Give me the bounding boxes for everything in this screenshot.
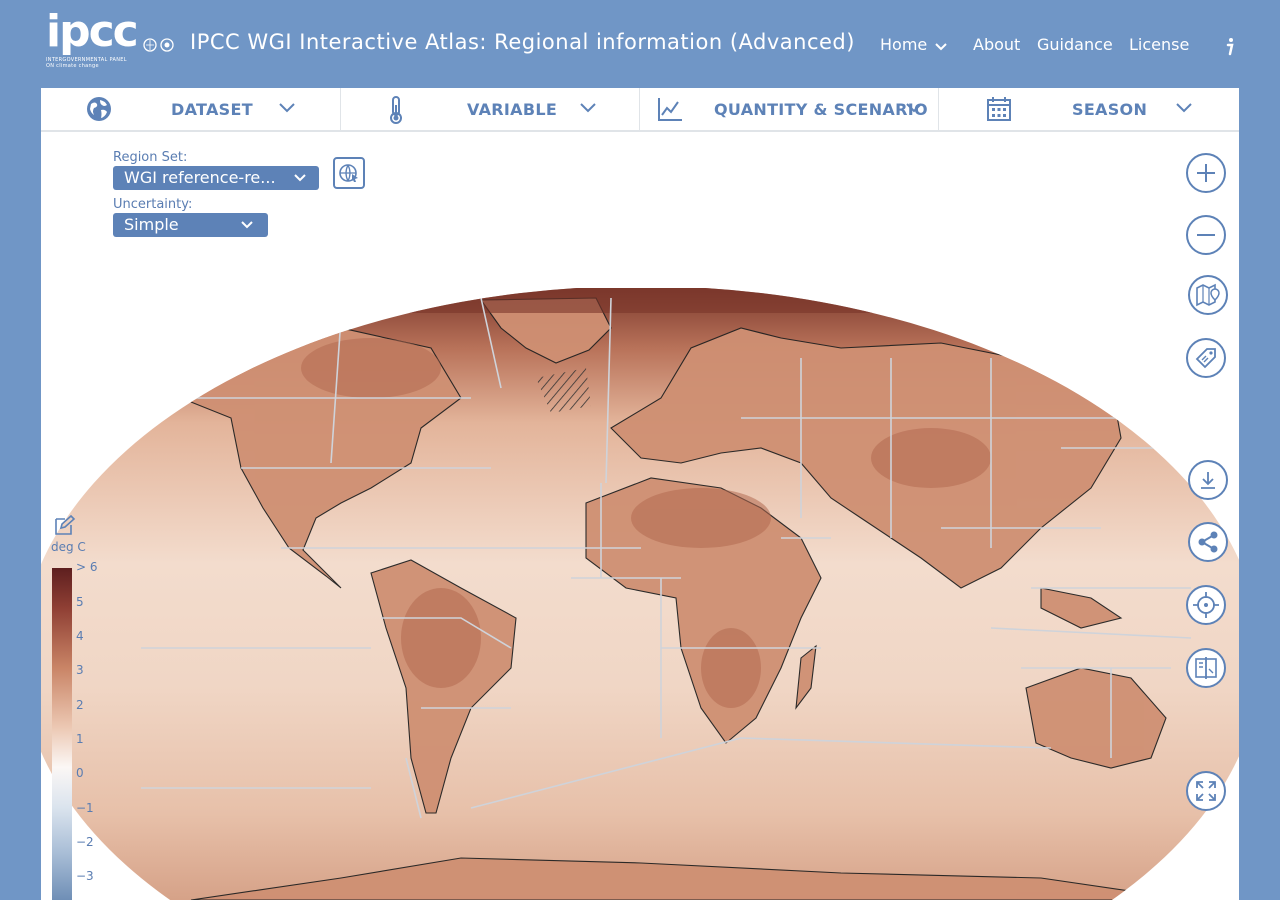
world-map[interactable] <box>41 288 1239 900</box>
tag-icon <box>1195 348 1216 369</box>
locate-button[interactable] <box>1186 585 1226 625</box>
tab-variable[interactable]: VARIABLE <box>340 88 640 130</box>
nav-home[interactable]: Home <box>880 35 948 54</box>
selector-tabs: DATASET VARIABLE QUANTITY & SCENARIO SEA… <box>41 88 1239 132</box>
legend-tick: 0 <box>76 766 84 780</box>
nav-home-label: Home <box>880 35 928 54</box>
legend-tick: −3 <box>76 869 94 883</box>
legend-tick: > 6 <box>76 560 98 574</box>
uncertainty-value: Simple <box>124 215 179 234</box>
legend-tick: −2 <box>76 835 94 849</box>
color-scale-bar <box>52 568 72 900</box>
legend-tick: 2 <box>76 698 84 712</box>
edit-legend-icon[interactable] <box>53 514 77 536</box>
tab-quantity-scenario[interactable]: QUANTITY & SCENARIO <box>639 88 939 130</box>
share-button[interactable] <box>1188 522 1228 562</box>
fullscreen-button[interactable] <box>1186 771 1226 811</box>
map-pin-icon <box>1196 283 1220 307</box>
tab-dataset[interactable]: DATASET <box>41 88 341 130</box>
nav-about[interactable]: About <box>973 35 1020 54</box>
legend-tick: 4 <box>76 629 84 643</box>
expand-icon <box>1196 781 1216 801</box>
globe-icon <box>87 97 111 121</box>
logo-text: ipcc <box>46 6 139 57</box>
tab-dataset-label: DATASET <box>171 100 253 119</box>
region-set-label: Region Set: <box>113 150 188 165</box>
info-icon[interactable] <box>1222 36 1238 56</box>
zoom-out-button[interactable] <box>1186 215 1226 255</box>
thermometer-icon <box>390 96 402 124</box>
chevron-down-icon <box>294 174 306 182</box>
plus-icon <box>1197 164 1215 182</box>
map-layers-button[interactable] <box>1188 275 1228 315</box>
zoom-in-button[interactable] <box>1186 153 1226 193</box>
chevron-down-icon <box>279 103 295 113</box>
legend-tick: −1 <box>76 801 94 815</box>
globe-pointer-icon <box>339 164 358 182</box>
compare-button[interactable] <box>1186 648 1226 688</box>
nav-guidance[interactable]: Guidance <box>1037 35 1113 54</box>
region-set-value: WGI reference-re... <box>124 168 276 187</box>
download-button[interactable] <box>1188 460 1228 500</box>
share-icon <box>1198 531 1218 553</box>
legend-tick: 5 <box>76 595 84 609</box>
crosshair-icon <box>1193 592 1219 618</box>
minus-icon <box>1197 234 1215 236</box>
region-set-select[interactable]: WGI reference-re... <box>113 166 319 190</box>
chevron-down-icon <box>906 103 922 113</box>
uncertainty-label: Uncertainty: <box>113 197 193 212</box>
un-emblem-icon <box>143 38 174 52</box>
chevron-down-icon <box>580 103 596 113</box>
legend-tick: 1 <box>76 732 84 746</box>
line-chart-icon <box>658 98 682 121</box>
tab-season[interactable]: SEASON <box>939 88 1238 130</box>
atlas-panel: DATASET VARIABLE QUANTITY & SCENARIO SEA… <box>41 88 1239 900</box>
region-map-button[interactable] <box>333 157 365 189</box>
compare-icon <box>1195 657 1217 679</box>
ipcc-logo[interactable]: ipcc INTERGOVERNMENTAL PANEL ON climate … <box>46 6 139 74</box>
chevron-down-icon <box>935 42 948 50</box>
legend-unit: deg C <box>51 540 86 554</box>
nav-license[interactable]: License <box>1129 35 1189 54</box>
page-title: IPCC WGI Interactive Atlas: Regional inf… <box>190 30 855 54</box>
legend-tick: 3 <box>76 663 84 677</box>
calendar-icon <box>987 97 1011 121</box>
app-header: ipcc INTERGOVERNMENTAL PANEL ON climate … <box>0 0 1280 88</box>
tab-quantity-scenario-label: QUANTITY & SCENARIO <box>714 100 928 119</box>
tab-variable-label: VARIABLE <box>467 100 558 119</box>
logo-subtext: INTERGOVERNMENTAL PANEL ON climate chang… <box>46 57 127 69</box>
region-labels-button[interactable] <box>1186 338 1226 378</box>
uncertainty-select[interactable]: Simple <box>113 213 268 237</box>
chevron-down-icon <box>241 221 253 229</box>
download-icon <box>1201 472 1215 489</box>
chevron-down-icon <box>1176 103 1192 113</box>
tab-season-label: SEASON <box>1072 100 1148 119</box>
